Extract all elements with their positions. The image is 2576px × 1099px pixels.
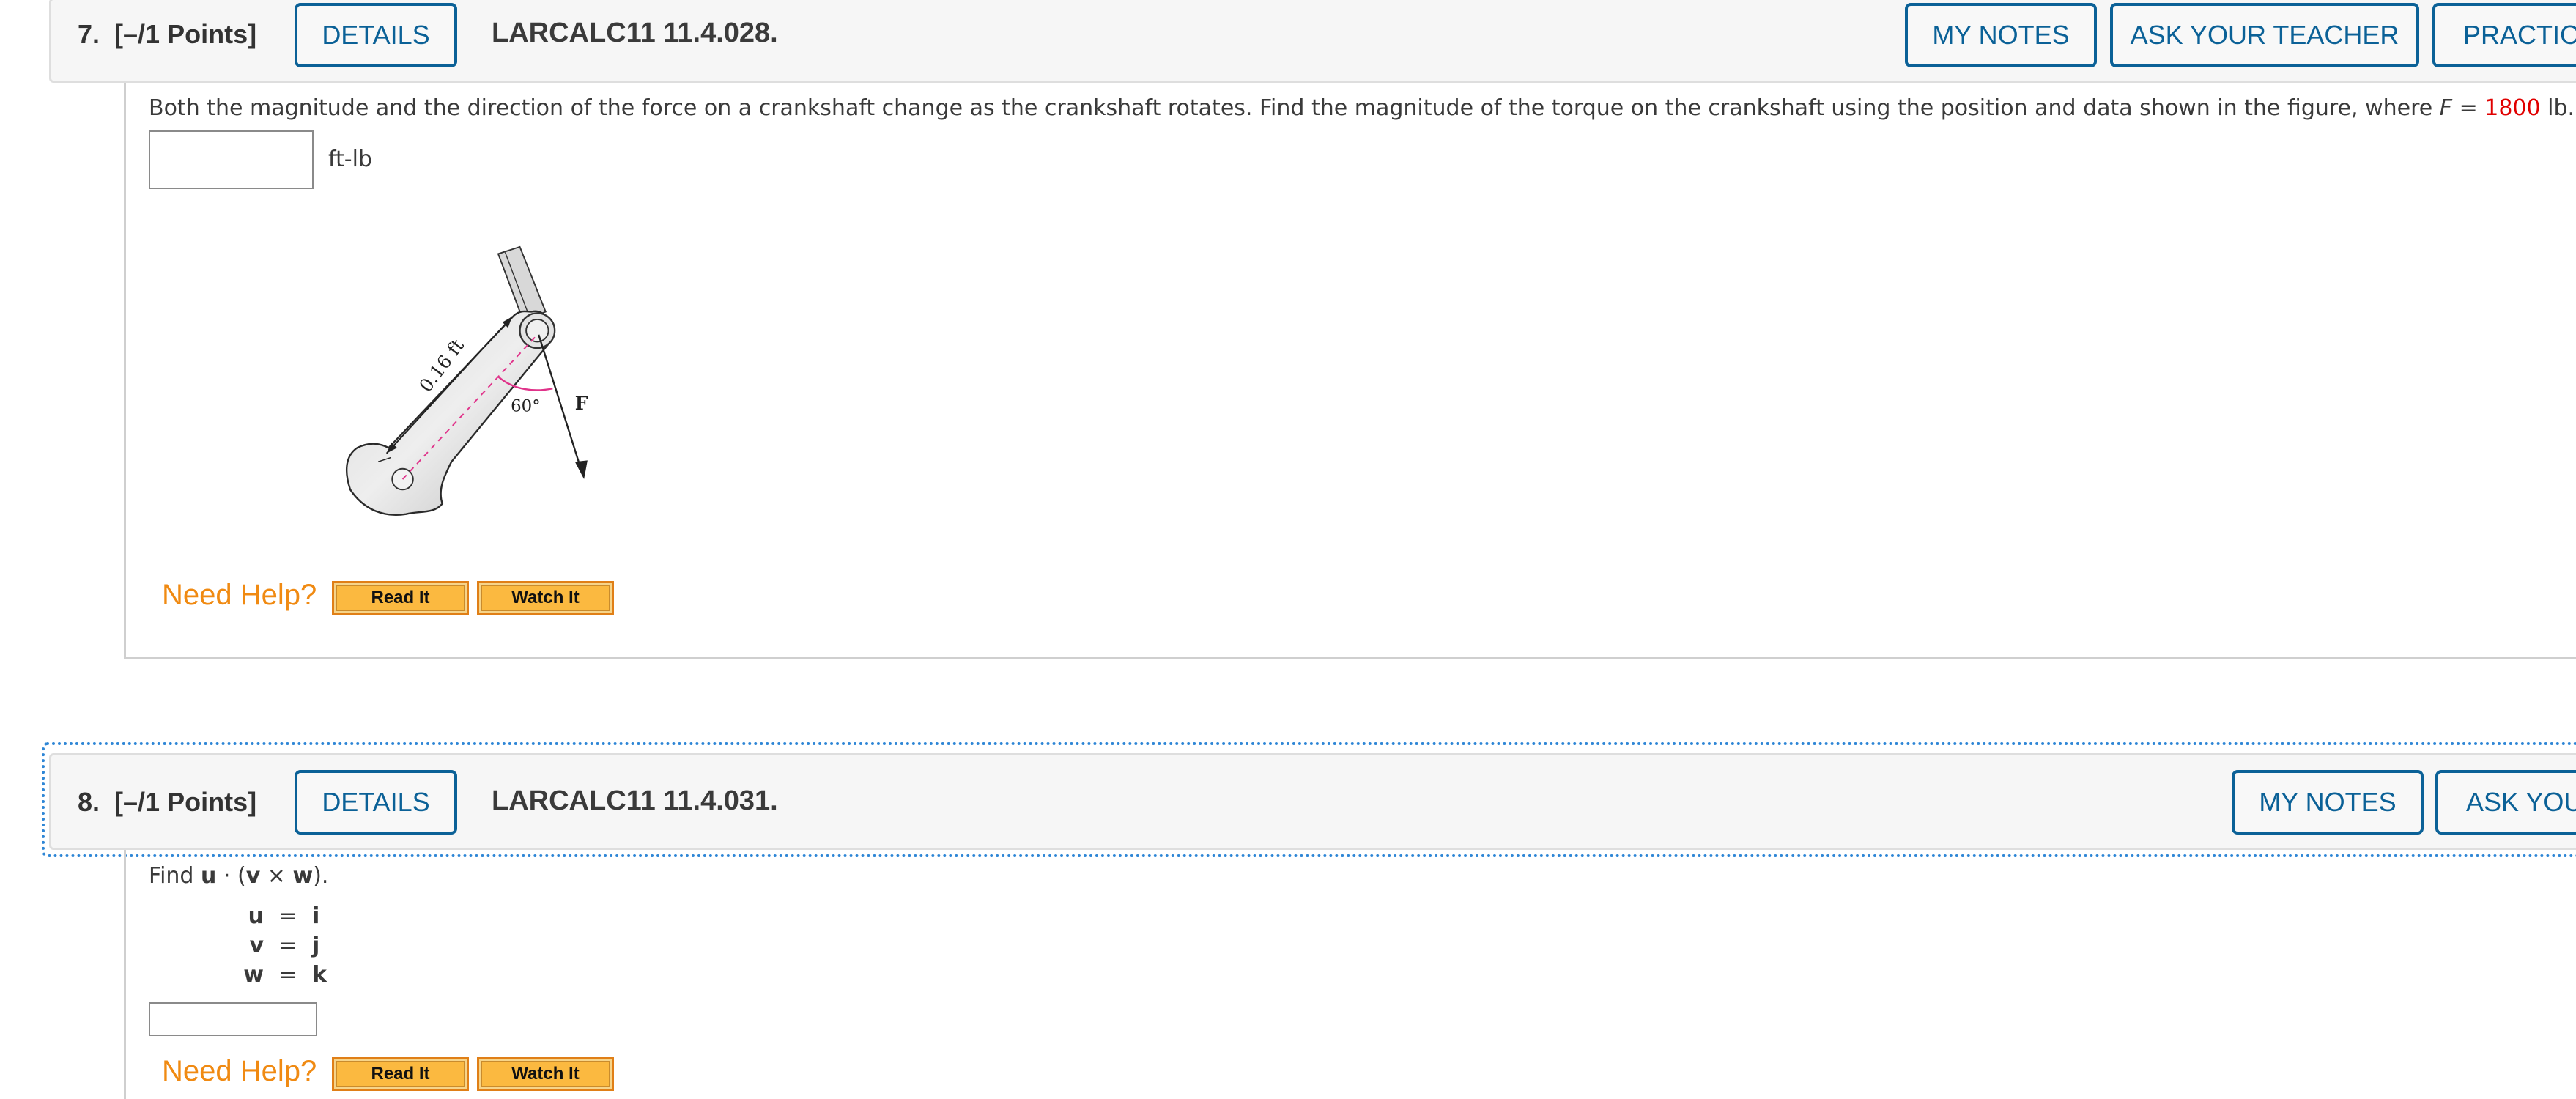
need-help-label: Need Help? (162, 579, 317, 611)
question-8-header: 8. [–/1 Points] DETAILS LARCALC11 11.4.0… (49, 753, 2576, 850)
dot-operator: · ( (216, 863, 246, 889)
vector-u: u (201, 863, 217, 889)
prompt-text: Find (149, 863, 201, 889)
watch-it-button[interactable]: Watch It (477, 1057, 614, 1091)
crank-pin-inner (525, 319, 549, 343)
vector-name: w (243, 962, 264, 988)
force-value: 1800 (2484, 95, 2541, 121)
crankshaft-figure: 0.16 ft 60° F (345, 245, 588, 516)
vector-v: v (245, 863, 261, 889)
details-button[interactable]: DETAILS (295, 3, 457, 67)
details-button[interactable]: DETAILS (295, 770, 457, 835)
prompt-close: ). (313, 863, 329, 889)
need-help-label: Need Help? (162, 1055, 317, 1087)
prompt-text: Both the magnitude and the direction of … (149, 95, 2440, 121)
vector-definition-v: v = j (242, 933, 319, 958)
vector-name: v (249, 933, 264, 958)
vector-value: k (312, 962, 327, 988)
question-7-number: 7. [–/1 Points] (78, 19, 256, 50)
my-notes-button[interactable]: MY NOTES (1905, 3, 2097, 67)
question-7-header: 7. [–/1 Points] DETAILS LARCALC11 11.4.0… (49, 0, 2576, 83)
vector-w: w (292, 863, 314, 889)
question-8-number: 8. [–/1 Points] (78, 787, 256, 818)
equals-sign: = (278, 933, 297, 958)
prompt-variable: F (2439, 95, 2453, 121)
read-it-button[interactable]: Read It (332, 581, 469, 615)
ask-your-teacher-button[interactable]: ASK YOUR TEACHER (2435, 770, 2576, 835)
my-notes-button[interactable]: MY NOTES (2232, 770, 2424, 835)
ask-your-teacher-button[interactable]: ASK YOUR TEACHER (2110, 3, 2419, 67)
connecting-rod (497, 245, 547, 322)
vector-value: i (312, 903, 320, 929)
main-journal (391, 467, 414, 491)
triple-product-answer-input[interactable] (149, 1002, 317, 1036)
cross-operator: × (260, 863, 293, 889)
vector-definition-u: u = i (242, 903, 320, 929)
question-points: [–/1 Points] (114, 787, 257, 817)
question-number: 8. (78, 787, 100, 817)
question-number: 7. (78, 19, 100, 49)
equals-sign: = (278, 903, 297, 929)
force-label: F (575, 393, 588, 414)
angle-label: 60° (511, 397, 541, 416)
equals-sign: = (278, 962, 297, 988)
question-8-prompt: Find u · (v × w). (149, 863, 328, 889)
torque-answer-input[interactable] (149, 130, 314, 189)
vector-definition-w: w = k (242, 962, 327, 988)
prompt-unit: lb. (2540, 95, 2575, 121)
vector-value: j (312, 933, 320, 958)
question-points: [–/1 Points] (114, 19, 257, 49)
vector-name: u (248, 903, 264, 929)
problem-id: LARCALC11 11.4.031. (492, 785, 778, 816)
answer-unit: ft-lb (328, 147, 372, 172)
practice-button[interactable]: PRACTICE (2432, 3, 2576, 67)
question-7-prompt: Both the magnitude and the direction of … (149, 95, 2575, 121)
read-it-button[interactable]: Read It (332, 1057, 469, 1091)
problem-id: LARCALC11 11.4.028. (492, 18, 778, 48)
watch-it-button[interactable]: Watch It (477, 581, 614, 615)
prompt-equals: = (2452, 95, 2485, 121)
